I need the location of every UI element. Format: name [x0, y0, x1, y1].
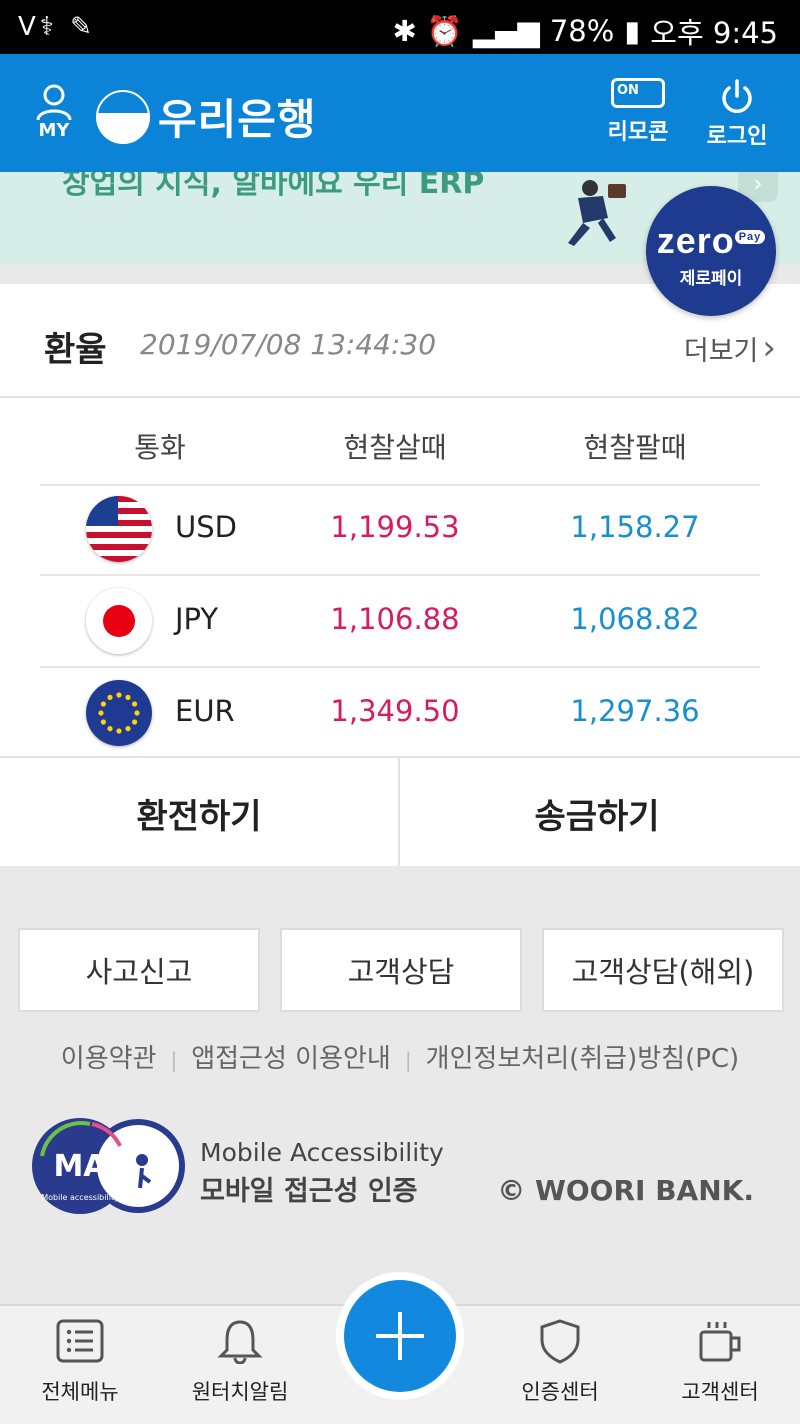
accessibility-text: Mobile Accessibility 모바일 접근성 인증 [200, 1138, 444, 1208]
footer-links: 이용약관 | 앱접근성 이용안내 | 개인정보처리(취급)방침(PC) [0, 1038, 800, 1075]
exchange-rate-card: 환율 2019/07/08 13:44:30 더보기 › 통화 현찰살때 현찰팔… [0, 284, 800, 868]
chevron-right-icon: › [762, 328, 776, 368]
menu-list-icon [56, 1319, 104, 1363]
login-label: 로그인 [706, 124, 768, 149]
col-cash-buy: 현찰살때 [343, 431, 447, 464]
login-button[interactable]: 로그인 [704, 78, 770, 150]
bank-name: 우리은행 [158, 95, 317, 144]
my-button[interactable]: MY [32, 82, 76, 141]
woori-logo-icon [96, 89, 150, 144]
zeropay-button[interactable]: zero Pay 제로페이 [646, 186, 776, 316]
signal-icon: ▂▄▆ [472, 14, 540, 48]
remocon-button[interactable]: ON 리모콘 [606, 78, 670, 146]
accessibility-en: Mobile Accessibility [200, 1138, 444, 1167]
accessibility-ko: 모바일 접근성 인증 [200, 1176, 418, 1207]
bluetooth-icon: ✱ [392, 14, 417, 48]
power-icon [722, 79, 752, 113]
status-left-icons: V⚕ ✎ [18, 12, 96, 42]
footer-area: 사고신고 고객상담 고객상담(해외) 이용약관 | 앱접근성 이용안내 | 개인정보처리… [0, 866, 800, 1306]
col-cash-sell: 현찰팔때 [583, 431, 687, 464]
col-currency: 통화 [134, 431, 186, 464]
exchange-timestamp: 2019/07/08 13:44:30 [140, 328, 437, 361]
tab-auth-center[interactable]: 인증센터 [500, 1318, 620, 1406]
accident-report-button[interactable]: 사고신고 [18, 928, 260, 1012]
tab-label: 고객센터 [681, 1380, 759, 1404]
toggle-icon: ON [611, 78, 665, 108]
cash-buy-rate: 1,106.88 [330, 602, 460, 636]
zeropay-brand: zero [656, 220, 735, 261]
cash-sell-rate: 1,158.27 [570, 510, 700, 544]
overseas-consult-button[interactable]: 고객상담(해외) [542, 928, 784, 1012]
rate-row-usd: USD 1,199.53 1,158.27 [40, 484, 760, 576]
toggle-on-text: ON [617, 83, 639, 98]
bank-logo[interactable]: 우리은행 [96, 86, 317, 147]
tab-customer-center[interactable]: 고객센터 [660, 1318, 780, 1406]
exchange-actions: 환전하기 송금하기 [0, 756, 800, 868]
mobile-accessibility-badge-icon: MA Mobile accessibility [32, 1118, 185, 1214]
shield-icon [540, 1319, 580, 1364]
user-icon [36, 84, 72, 121]
currency-code: EUR [175, 694, 235, 728]
banner-text: 창업의 지식, 알바에요 우리 ERP [62, 172, 485, 201]
more-link[interactable]: 더보기 › [684, 328, 776, 368]
battery-percent: 78% [549, 14, 615, 48]
alarm-icon: ⏰ [426, 13, 463, 48]
currency-code: JPY [175, 602, 219, 636]
fab-inner [344, 1280, 456, 1392]
cash-sell-rate: 1,297.36 [570, 694, 700, 728]
zeropay-label: 제로페이 [679, 269, 743, 289]
battery-icon: ▮ [624, 14, 641, 48]
tab-all-menu[interactable]: 전체메뉴 [20, 1318, 140, 1406]
remittance-button[interactable]: 송금하기 [398, 758, 796, 868]
exchange-title: 환율 [44, 330, 107, 370]
currency-code: USD [175, 510, 237, 544]
tab-label: 전체메뉴 [41, 1380, 119, 1404]
rate-row-eur: EUR 1,349.50 1,297.36 [40, 668, 760, 758]
jp-flag-icon [86, 588, 152, 654]
businessman-illustration [568, 180, 626, 246]
rate-row-jpy: JPY 1,106.88 1,068.82 [40, 576, 760, 668]
tab-label: 인증센터 [521, 1380, 599, 1404]
terms-link[interactable]: 이용약관 [61, 1044, 157, 1074]
tab-one-touch-alert[interactable]: 원터치알림 [180, 1318, 300, 1406]
badge-ma-text: MA [53, 1149, 107, 1184]
zeropay-pay-tag: Pay [734, 230, 766, 244]
privacy-policy-link[interactable]: 개인정보처리(취급)방침(PC) [426, 1044, 740, 1074]
clock: 오후 9:45 [650, 16, 778, 50]
tab-label: 원터치알림 [191, 1380, 289, 1404]
app-header: MY 우리은행 ON 리모콘 로그인 [0, 54, 800, 172]
customer-consult-button[interactable]: 고객상담 [280, 928, 522, 1012]
cash-sell-rate: 1,068.82 [570, 602, 700, 636]
status-right: ✱ ⏰ ▂▄▆ 78% ▮ 오후 9:45 [393, 10, 778, 52]
my-label: MY [38, 120, 70, 141]
divider: | [170, 1048, 178, 1072]
copyright: © WOORI BANK. [497, 1174, 754, 1207]
remocon-label: 리모콘 [607, 120, 669, 145]
currency-exchange-button[interactable]: 환전하기 [0, 758, 400, 868]
bell-icon [217, 1320, 263, 1365]
coffee-cup-icon [699, 1322, 741, 1362]
us-flag-icon [86, 496, 152, 562]
cash-buy-rate: 1,199.53 [330, 510, 460, 544]
status-bar: V⚕ ✎ ✱ ⏰ ▂▄▆ 78% ▮ 오후 9:45 [0, 0, 800, 54]
eu-flag-icon [86, 680, 152, 746]
quick-add-button[interactable] [336, 1272, 464, 1400]
divider: | [404, 1048, 412, 1072]
more-label: 더보기 [683, 335, 759, 367]
cash-buy-rate: 1,349.50 [330, 694, 460, 728]
app-accessibility-link[interactable]: 앱접근성 이용안내 [191, 1044, 391, 1074]
badge-caption: Mobile accessibility [41, 1193, 119, 1202]
plus-icon [376, 1312, 424, 1360]
rate-table-header: 통화 현찰살때 현찰팔때 [40, 424, 760, 486]
